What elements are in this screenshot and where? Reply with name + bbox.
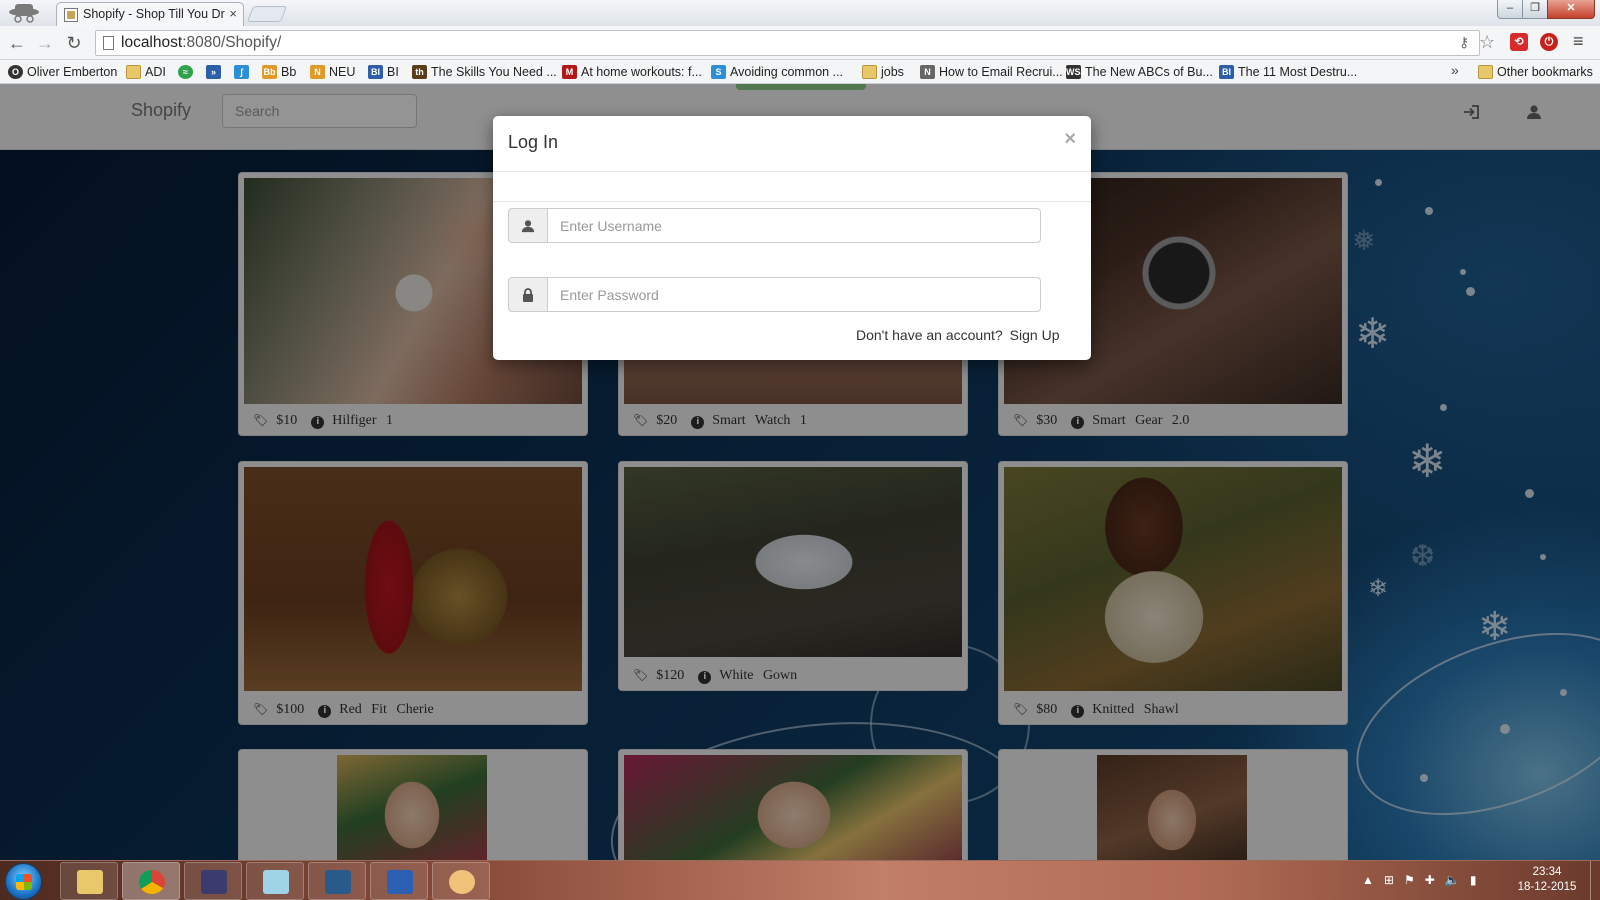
- tray-expand-icon[interactable]: ▲: [1362, 873, 1374, 887]
- forward-button[interactable]: →: [33, 31, 57, 55]
- folder-icon: [1478, 65, 1493, 79]
- system-tray: ▲ ⊞ ⚑ ✚ 🔈 ▮: [1362, 873, 1476, 887]
- paint-icon: [449, 870, 475, 894]
- tab-shopify[interactable]: Shopify - Shop Till You Dr ×: [56, 2, 244, 26]
- word-icon: [387, 870, 413, 894]
- bookmark-workouts[interactable]: M At home workouts: f...: [562, 63, 702, 81]
- bookmarks-overflow-icon[interactable]: »: [1451, 62, 1459, 78]
- reload-button[interactable]: ↻: [62, 31, 86, 55]
- user-icon: [508, 208, 548, 243]
- extension-red-icon[interactable]: ⟲: [1510, 33, 1528, 51]
- chrome-menu-icon[interactable]: ≡: [1573, 31, 1584, 52]
- username-input[interactable]: [547, 208, 1041, 243]
- signup-link[interactable]: Sign Up: [1010, 327, 1060, 343]
- bi-icon: BI: [368, 65, 383, 79]
- bi-icon: BI: [1219, 65, 1234, 79]
- incognito-icon: [4, 2, 44, 24]
- folder-icon: [126, 65, 141, 79]
- notepad-icon: [263, 870, 289, 894]
- bookmark-plain[interactable]: ʃ: [234, 63, 253, 81]
- chrome-icon: [139, 870, 165, 894]
- shopify-favicon-icon: [64, 8, 78, 22]
- avoid-icon: S: [711, 65, 726, 79]
- start-button[interactable]: [5, 863, 42, 900]
- window-titlebar: Shopify - Shop Till You Dr × – ❐ ✕: [0, 0, 1600, 26]
- username-group: [508, 208, 1041, 243]
- address-bar[interactable]: localhost:8080/Shopify/ ⚷ ☆: [95, 30, 1495, 56]
- browser-toolbar: ← → ↻ localhost:8080/Shopify/ ⚷ ☆ ⟲ ⏻ ≡: [0, 26, 1600, 60]
- clock-time: 23:34: [1532, 866, 1562, 878]
- windows-taskbar: ▲ ⊞ ⚑ ✚ 🔈 ▮ 23:34 18-12-2015: [0, 860, 1600, 900]
- clock-date: 18-12-2015: [1517, 881, 1577, 893]
- bookmark-oliver-emberton[interactable]: O Oliver Emberton: [8, 63, 117, 81]
- other-bookmarks[interactable]: Other bookmarks: [1478, 63, 1593, 81]
- bookmark-abcs[interactable]: WSJ The New ABCs of Bu...: [1066, 63, 1213, 81]
- taskbar-clock[interactable]: 23:34 18-12-2015: [1512, 865, 1582, 895]
- bookmarks-bar: O Oliver Emberton ADI ≈ » ʃ Bb Bb N NEU BI B…: [0, 60, 1600, 84]
- explorer-app[interactable]: [60, 862, 118, 900]
- word-app[interactable]: [370, 862, 428, 900]
- password-input[interactable]: [547, 277, 1041, 312]
- bookmark-folder-jobs[interactable]: jobs: [862, 63, 904, 81]
- key-icon[interactable]: ⚷: [1459, 34, 1469, 51]
- window-close-button[interactable]: ✕: [1547, 0, 1595, 19]
- show-desktop-button[interactable]: [1590, 861, 1600, 900]
- bookmark-bb[interactable]: Bb Bb: [262, 63, 296, 81]
- bookmark-email-recruiters[interactable]: N How to Email Recrui...: [920, 63, 1063, 81]
- bookmark-spotify[interactable]: ≈: [178, 63, 197, 81]
- bookmark-folder-adi[interactable]: ADI: [126, 63, 166, 81]
- new-tab-button[interactable]: [246, 6, 288, 22]
- url-text[interactable]: localhost:8080/Shopify/: [121, 34, 281, 52]
- paint-app[interactable]: [432, 862, 490, 900]
- modal-title: Log In: [508, 132, 559, 152]
- bb-icon: Bb: [262, 65, 277, 79]
- bookmark-icon: ʃ: [234, 65, 249, 79]
- divider: [493, 201, 1091, 202]
- network-icon[interactable]: ▮: [1470, 873, 1477, 887]
- chrome-app[interactable]: [122, 862, 180, 900]
- maximize-button[interactable]: ❐: [1522, 0, 1548, 19]
- tab-close-icon[interactable]: ×: [229, 6, 237, 21]
- no-account-text: Don't have an account?: [856, 327, 1003, 343]
- bookmark-bi[interactable]: BI BI: [368, 63, 399, 81]
- skills-icon: th: [412, 65, 427, 79]
- login-modal: Log In × Don't have an account? Sign Up: [493, 116, 1091, 360]
- tab-title: Shopify - Shop Till You Dr: [83, 7, 225, 21]
- signup-row: Don't have an account? Sign Up: [856, 327, 1059, 343]
- spotify-icon: ≈: [178, 65, 193, 79]
- bookmark-skills[interactable]: th The Skills You Need ...: [412, 63, 557, 81]
- folder-icon: [862, 65, 877, 79]
- extension-power-icon[interactable]: ⏻: [1540, 33, 1558, 51]
- volume-icon[interactable]: 🔈: [1445, 873, 1460, 887]
- workout-icon: M: [562, 65, 577, 79]
- double-chevron-icon: »: [206, 65, 221, 79]
- bookmark-most-destructive[interactable]: BI The 11 Most Destru...: [1219, 63, 1357, 81]
- eclipse-icon: [201, 870, 227, 894]
- mysql-workbench-app[interactable]: [308, 862, 366, 900]
- mysql-icon: [325, 870, 351, 894]
- bookmark-double-chevron[interactable]: »: [206, 63, 225, 81]
- action-center-icon[interactable]: ⚑: [1404, 873, 1415, 887]
- minimize-button[interactable]: –: [1497, 0, 1523, 19]
- folder-icon: [77, 870, 103, 894]
- windows-flag-icon[interactable]: ⊞: [1384, 873, 1394, 887]
- modal-header: Log In ×: [493, 116, 1091, 172]
- wsj-icon: WSJ: [1066, 65, 1086, 79]
- bookmark-neu[interactable]: N NEU: [310, 63, 355, 81]
- eclipse-app[interactable]: [184, 862, 242, 900]
- page-icon: [103, 36, 114, 50]
- back-button[interactable]: ←: [5, 31, 29, 55]
- email-icon: N: [920, 65, 935, 79]
- lock-icon: [508, 277, 548, 312]
- bookmark-avoiding[interactable]: S Avoiding common ...: [711, 63, 843, 81]
- oe-icon: O: [8, 65, 23, 79]
- bookmark-star-icon[interactable]: ☆: [1479, 32, 1495, 53]
- antivirus-icon[interactable]: ✚: [1425, 873, 1435, 887]
- password-group: [508, 277, 1041, 312]
- close-icon[interactable]: ×: [1064, 128, 1076, 151]
- neu-icon: N: [310, 65, 325, 79]
- notepad-app[interactable]: [246, 862, 304, 900]
